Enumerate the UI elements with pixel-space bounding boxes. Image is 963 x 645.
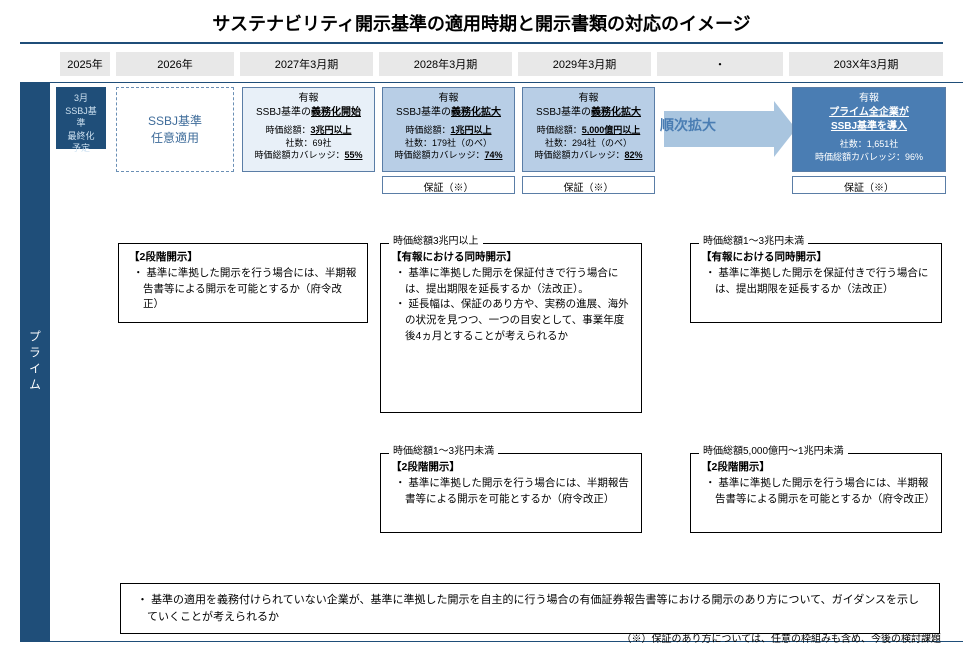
g2-title: 【有報における同時開示】 [391,250,631,266]
p28-s2: 社数：179社（のべ） [389,137,508,150]
assurance-203x: 保証（※） [792,176,946,194]
p28-top: 有報 [389,92,508,106]
g1-b1: ・ 基準に準拠した開示を行う場合には、半期報告書等による開示を可能とするか（府令… [129,266,357,313]
box2025-l3: 予定 [63,142,99,155]
p28-s1: 時価総額：1兆円以上 [389,124,508,137]
g5-title: 【2段階開示】 [701,460,931,476]
footnote: （※）保証のあり方については、任意の枠組みも含め、今後の検討課題 [622,630,942,645]
side-label-prime: プライム [20,82,50,642]
g3-b1: ・ 基準に準拠した開示を保証付きで行う場合には、提出期限を延長するか（法改正） [701,266,931,298]
th-dot: ・ [657,52,783,76]
guidance-text: ・ 基準の適用を義務付けられていない企業が、基準に準拠した開示を自主的に行う場合… [133,592,927,625]
th-2029: 2029年3月期 [518,52,651,76]
px-sub1: プライム全企業が [799,106,939,120]
g2-hdr: 時価総額3兆円以上 [389,234,483,249]
g3-hdr: 時価総額1～3兆円未満 [699,234,808,249]
p29-sub: SSBJ基準の義務化拡大 [536,107,641,118]
g4-title: 【2段階開示】 [391,460,631,476]
g4-b1: ・ 基準に準拠した開示を行う場合には、半期報告書等による開示を可能とするか（府令… [391,476,631,508]
phase-203x: 有報 プライム全企業が SSBJ基準を導入 社数：1,651社 時価総額カバレッ… [792,87,946,172]
px-s3: 時価総額カバレッジ：96% [799,151,939,164]
px-top: 有報 [799,92,939,106]
guide-box-2: 時価総額3兆円以上 【有報における同時開示】 ・ 基準に準拠した開示を保証付きで… [380,243,642,413]
p29-s2: 社数：294社（のべ） [529,137,648,150]
box2025-l1: SSBJ基準 [63,105,99,130]
guide-box-3: 時価総額1～3兆円未満 【有報における同時開示】 ・ 基準に準拠した開示を保証付… [690,243,942,323]
p27-sub: SSBJ基準の義務化開始 [256,107,361,118]
p28-sub: SSBJ基準の義務化拡大 [396,107,501,118]
assurance-2029: 保証（※） [522,176,655,194]
th-2025: 2025年 [60,52,110,76]
main-grid: 3月 SSBJ基準 最終化 予定 SSBJ基準 任意適用 有報 SSBJ基準の義… [50,82,963,642]
g4-hdr: 時価総額1～3兆円未満 [389,444,498,459]
g1-title: 【2段階開示】 [129,250,357,266]
g2-b1: ・ 基準に準拠した開示を保証付きで行う場合には、提出期限を延長するか（法改正）。 [391,266,631,298]
guide-box-5: 時価総額5,000億円～1兆円未満 【2段階開示】 ・ 基準に準拠した開示を行う… [690,453,942,533]
p29-s1: 時価総額：5,000億円以上 [529,124,648,137]
p28-s3: 時価総額カバレッジ：74% [389,149,508,162]
px-s2: 社数：1,651社 [799,138,939,151]
phase-2029: 有報 SSBJ基準の義務化拡大 時価総額：5,000億円以上 社数：294社（の… [522,87,655,172]
box-2025-ssbj-final: 3月 SSBJ基準 最終化 予定 [56,87,106,149]
box2025-month: 3月 [63,92,99,105]
th-203x: 203X年3月期 [789,52,943,76]
guide-box-4: 時価総額1～3兆円未満 【2段階開示】 ・ 基準に準拠した開示を行う場合には、半… [380,453,642,533]
p29-s3: 時価総額カバレッジ：82% [529,149,648,162]
assurance-2028: 保証（※） [382,176,515,194]
top-row: 3月 SSBJ基準 最終化 予定 SSBJ基準 任意適用 有報 SSBJ基準の義… [50,83,963,213]
px-sub2: SSBJ基準を導入 [799,120,939,134]
phase-2028: 有報 SSBJ基準の義務化拡大 時価総額：1兆円以上 社数：179社（のべ） 時… [382,87,515,172]
p27-top: 有報 [249,92,368,106]
box2026-text: SSBJ基準 任意適用 [148,113,202,147]
p29-top: 有報 [529,92,648,106]
th-2028: 2028年3月期 [379,52,512,76]
expand-label: 順次拡大 [660,115,716,135]
guidance-bottom: ・ 基準の適用を義務付けられていない企業が、基準に準拠した開示を自主的に行う場合… [120,583,940,634]
g2-b2: ・ 延長幅は、保証のあり方や、実務の進展、海外の状況を見つつ、一つの目安として、… [391,297,631,344]
box2025-l2: 最終化 [63,130,99,143]
title-underline [20,42,943,44]
p27-s2: 社数：69社 [249,137,368,150]
timeline-header: 2025年 2026年 2027年3月期 2028年3月期 2029年3月期 ・… [60,52,963,76]
box-2026-voluntary: SSBJ基準 任意適用 [116,87,234,172]
p27-s3: 時価総額カバレッジ：55% [249,149,368,162]
page-title: サステナビリティ開示基準の適用時期と開示書類の対応のイメージ [0,0,963,42]
p27-s1: 時価総額：3兆円以上 [249,124,368,137]
g3-title: 【有報における同時開示】 [701,250,931,266]
th-2026: 2026年 [116,52,234,76]
g5-hdr: 時価総額5,000億円～1兆円未満 [699,444,848,459]
guide-box-1: 【2段階開示】 ・ 基準に準拠した開示を行う場合には、半期報告書等による開示を可… [118,243,368,323]
th-2027: 2027年3月期 [240,52,373,76]
phase-2027: 有報 SSBJ基準の義務化開始 時価総額：3兆円以上 社数：69社 時価総額カバ… [242,87,375,172]
g5-b1: ・ 基準に準拠した開示を行う場合には、半期報告書等による開示を可能とするか（府令… [701,476,931,508]
